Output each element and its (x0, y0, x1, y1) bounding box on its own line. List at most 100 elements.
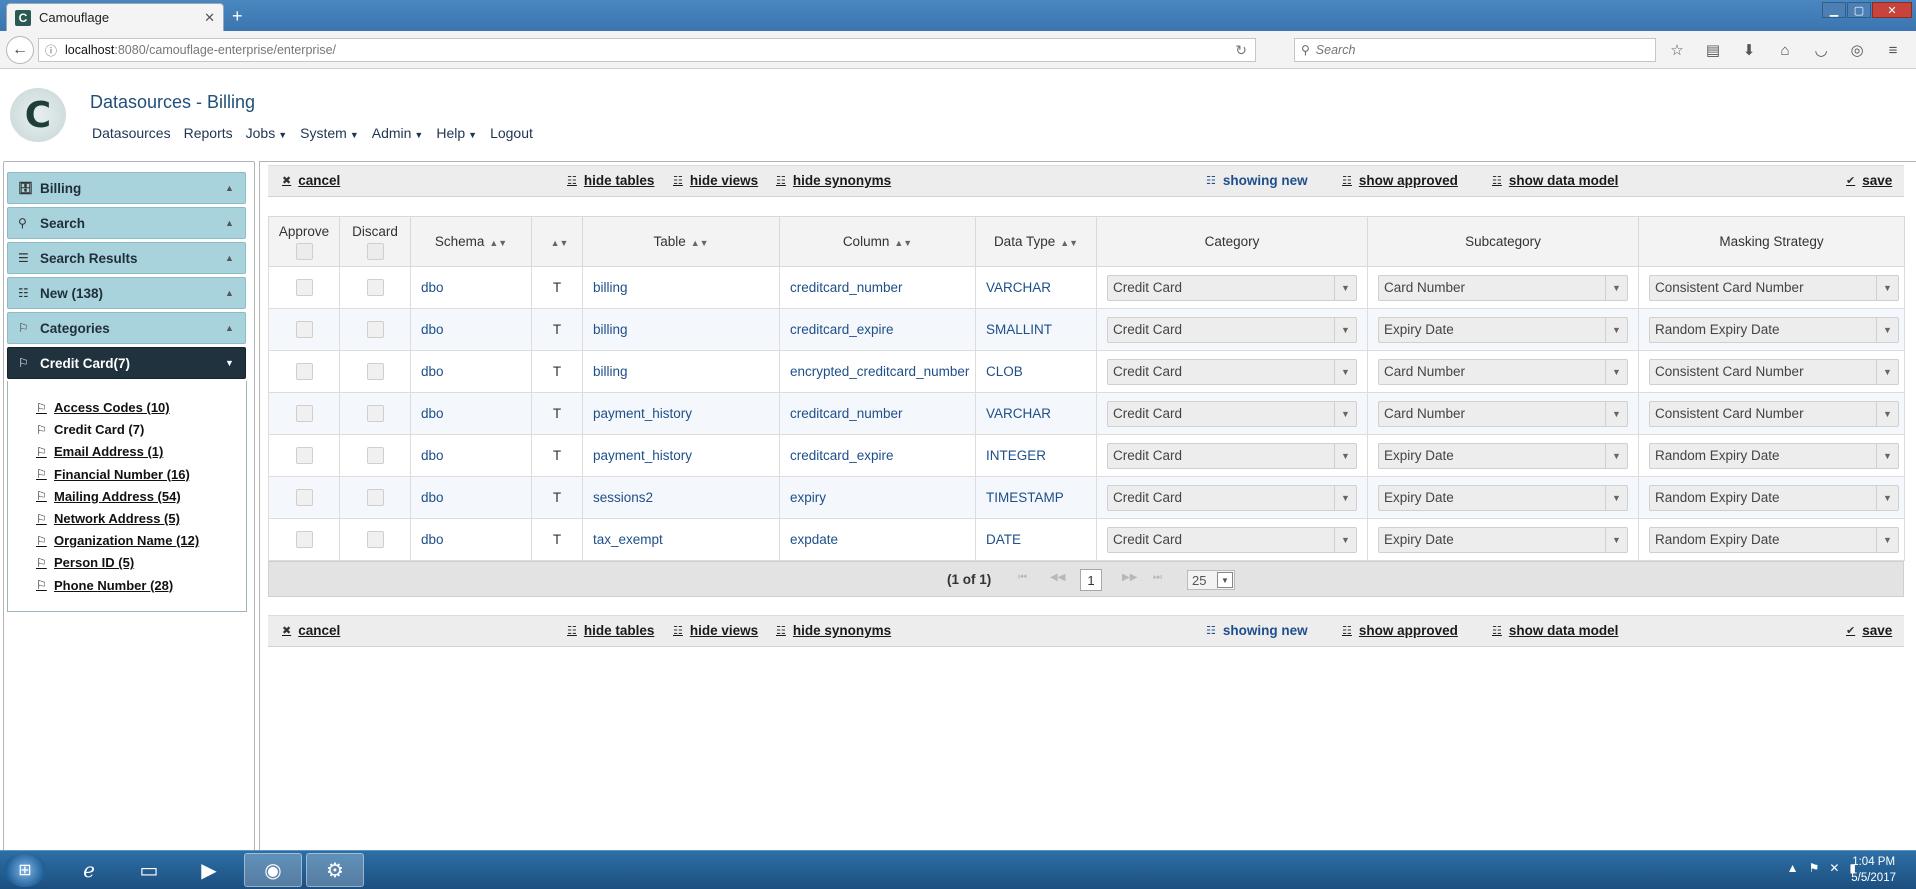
showing-new-button[interactable]: ☷ showing new (1206, 623, 1308, 638)
minimize-icon[interactable]: ▁ (1822, 2, 1846, 18)
masking-strategy-select[interactable]: Random Expiry Date ▼ (1649, 442, 1899, 469)
table-name-cell[interactable]: tax_exempt (582, 518, 780, 561)
hide-tables-button[interactable]: ☷ hide tables (567, 623, 654, 638)
cancel-button[interactable]: ✖ cancel (282, 173, 340, 188)
home-icon[interactable]: ⌂ (1774, 40, 1796, 60)
masking-strategy-select[interactable]: Random Expiry Date ▼ (1649, 526, 1899, 553)
data-type-cell[interactable]: INTEGER (975, 434, 1097, 477)
category-link[interactable]: ⚐ Organization Name (12) (36, 533, 199, 548)
table-name-cell[interactable]: payment_history (582, 434, 780, 477)
nav-datasources[interactable]: Datasources (92, 125, 171, 141)
column-name-cell[interactable]: encrypted_creditcard_number (779, 350, 976, 393)
next-page-icon[interactable]: ▶▶ (1122, 572, 1137, 583)
column-name-cell[interactable]: creditcard_number (779, 266, 976, 309)
subcategory-select[interactable]: Card Number ▼ (1378, 358, 1628, 385)
cancel-button[interactable]: ✖ cancel (282, 623, 340, 638)
sidebar-panel-search[interactable]: ⚲ Search ▲ (7, 207, 246, 239)
firefox-icon[interactable]: ◉ (244, 853, 302, 887)
discard-checkbox[interactable] (366, 321, 384, 338)
ie-icon[interactable]: ℯ (60, 853, 118, 887)
category-select[interactable]: Credit Card ▼ (1107, 484, 1357, 511)
category-select[interactable]: Credit Card ▼ (1107, 526, 1357, 553)
category-link[interactable]: ⚐ Credit Card (7) (36, 422, 144, 437)
column-name-cell[interactable]: creditcard_number (779, 392, 976, 435)
page-number-button[interactable]: 1 (1080, 569, 1102, 591)
table-name-cell[interactable]: billing (582, 266, 780, 309)
menu-icon[interactable]: ≡ (1882, 40, 1904, 60)
save-button[interactable]: ✔ save (1846, 173, 1892, 188)
discard-checkbox[interactable] (366, 279, 384, 296)
discard-checkbox[interactable] (366, 363, 384, 380)
subcategory-select[interactable]: Expiry Date ▼ (1378, 316, 1628, 343)
back-icon[interactable]: ← (6, 36, 34, 64)
category-link[interactable]: ⚐ Phone Number (28) (36, 578, 173, 593)
data-type-header[interactable]: Data Type ▲▼ (975, 216, 1097, 267)
browser-tab[interactable]: C Camouflage ✕ (6, 3, 224, 31)
subcategory-select[interactable]: Expiry Date ▼ (1378, 526, 1628, 553)
masking-strategy-select[interactable]: Random Expiry Date ▼ (1649, 316, 1899, 343)
category-select[interactable]: Credit Card ▼ (1107, 358, 1357, 385)
show-data-model-button[interactable]: ☷ show data model (1492, 623, 1618, 638)
start-button[interactable]: ⊞ (4, 853, 46, 887)
table-name-cell[interactable]: billing (582, 350, 780, 393)
media-player-icon[interactable]: ▶ (180, 853, 238, 887)
category-link[interactable]: ⚐ Email Address (1) (36, 444, 163, 459)
category-link[interactable]: ⚐ Financial Number (16) (36, 467, 190, 482)
approve-checkbox[interactable] (295, 279, 313, 296)
volume-muted-icon[interactable]: ✕ (1829, 861, 1839, 875)
nav-help[interactable]: Help ▼ (436, 125, 477, 141)
approve-checkbox[interactable] (295, 405, 313, 422)
column-name-cell[interactable]: creditcard_expire (779, 308, 976, 351)
show-data-model-button[interactable]: ☷ show data model (1492, 173, 1618, 188)
browser-search-input[interactable] (1315, 43, 1616, 57)
bookmarks-list-icon[interactable]: ▤ (1702, 40, 1724, 60)
nav-admin[interactable]: Admin ▼ (372, 125, 424, 141)
data-type-cell[interactable]: DATE (975, 518, 1097, 561)
approve-checkbox[interactable] (295, 489, 313, 506)
nav-logout[interactable]: Logout (490, 125, 533, 141)
schema-header[interactable]: Schema ▲▼ (410, 216, 532, 267)
subcategory-select[interactable]: Card Number ▼ (1378, 274, 1628, 301)
table-header[interactable]: Table ▲▼ (582, 216, 780, 267)
close-window-icon[interactable]: ✕ (1872, 2, 1912, 18)
subcategory-select[interactable]: Card Number ▼ (1378, 400, 1628, 427)
tray-expand-icon[interactable]: ▲ (1787, 861, 1799, 875)
hide-views-button[interactable]: ☷ hide views (673, 623, 758, 638)
nav-reports[interactable]: Reports (184, 125, 233, 141)
nav-system[interactable]: System ▼ (300, 125, 359, 141)
sidebar-panel-new-138[interactable]: ☷ New (138) ▲ (7, 277, 246, 309)
close-tab-icon[interactable]: ✕ (204, 10, 215, 26)
data-type-cell[interactable]: SMALLINT (975, 308, 1097, 351)
url-bar[interactable]: ⓘ localhost :8080/camouflage-enterprise/… (38, 38, 1256, 62)
nav-jobs[interactable]: Jobs ▼ (246, 125, 288, 141)
sidebar-panel-billing[interactable]: 🗄 Billing ▲ (7, 172, 246, 204)
system-clock[interactable]: 1:04 PM 5/5/2017 (1851, 854, 1896, 886)
download-icon[interactable]: ⬇ (1738, 40, 1760, 60)
schema-cell[interactable]: dbo (410, 266, 532, 309)
new-tab-icon[interactable]: + (232, 6, 243, 27)
category-link[interactable]: ⚐ Person ID (5) (36, 555, 134, 570)
column-name-cell[interactable]: creditcard_expire (779, 434, 976, 477)
discard-checkbox[interactable] (366, 447, 384, 464)
prev-page-icon[interactable]: ◀◀ (1050, 572, 1065, 583)
data-type-cell[interactable]: VARCHAR (975, 266, 1097, 309)
save-button[interactable]: ✔ save (1846, 623, 1892, 638)
discard-all-checkbox[interactable] (366, 242, 384, 260)
show-approved-button[interactable]: ☷ show approved (1342, 173, 1458, 188)
chevron-down-icon[interactable]: ▼ (1217, 572, 1233, 588)
category-link[interactable]: ⚐ Mailing Address (54) (36, 489, 181, 504)
approve-checkbox[interactable] (295, 363, 313, 380)
settings-app-icon[interactable]: ⚙ (306, 853, 364, 887)
masking-strategy-select[interactable]: Random Expiry Date ▼ (1649, 484, 1899, 511)
schema-cell[interactable]: dbo (410, 518, 532, 561)
hide-views-button[interactable]: ☷ hide views (673, 173, 758, 188)
schema-cell[interactable]: dbo (410, 476, 532, 519)
browser-search[interactable]: ⚲ (1294, 38, 1656, 62)
sidebar-panel-categories[interactable]: ⚐ Categories ▲ (7, 312, 246, 344)
table-name-cell[interactable]: billing (582, 308, 780, 351)
subcategory-select[interactable]: Expiry Date ▼ (1378, 442, 1628, 469)
column-name-cell[interactable]: expiry (779, 476, 976, 519)
showing-new-button[interactable]: ☷ showing new (1206, 173, 1308, 188)
sidebar-panel-search-results[interactable]: ☰ Search Results ▲ (7, 242, 246, 274)
site-info-icon[interactable]: ⓘ (45, 42, 57, 59)
